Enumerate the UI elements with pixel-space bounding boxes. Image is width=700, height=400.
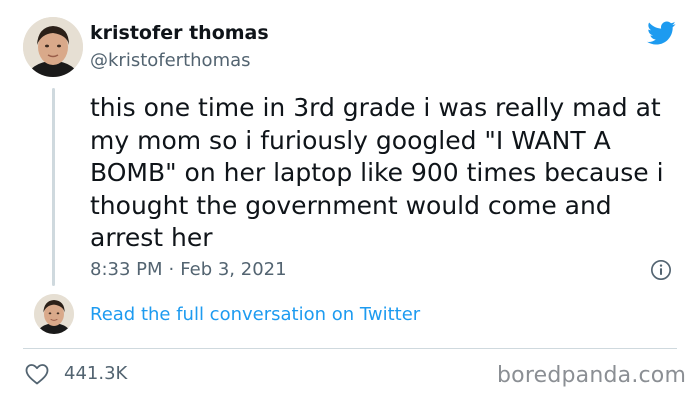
tweet-timestamp[interactable]: 8:33 PM · Feb 3, 2021 <box>90 259 287 280</box>
tweet-text: this one time in 3rd grade i was really … <box>90 93 664 252</box>
thread-connector-line <box>52 88 55 286</box>
heart-icon[interactable] <box>25 363 49 385</box>
read-conversation-link[interactable]: Read the full conversation on Twitter <box>90 304 420 325</box>
divider <box>23 348 677 349</box>
author-avatar-small[interactable] <box>34 294 74 334</box>
tweet-time[interactable]: 8:33 PM <box>90 259 163 280</box>
watermark: boredpanda.com <box>497 363 687 388</box>
author-name[interactable]: kristofer thomas <box>90 22 269 44</box>
timestamp-separator: · <box>168 259 175 280</box>
tweet-date[interactable]: Feb 3, 2021 <box>180 259 286 280</box>
tweet-card: kristofer thomas @kristoferthomas this o… <box>0 0 700 400</box>
twitter-bird-icon[interactable] <box>644 18 678 48</box>
author-handle[interactable]: @kristoferthomas <box>90 50 251 71</box>
info-icon[interactable] <box>650 259 672 281</box>
like-count: 441.3K <box>64 363 128 384</box>
author-avatar[interactable] <box>23 17 83 77</box>
